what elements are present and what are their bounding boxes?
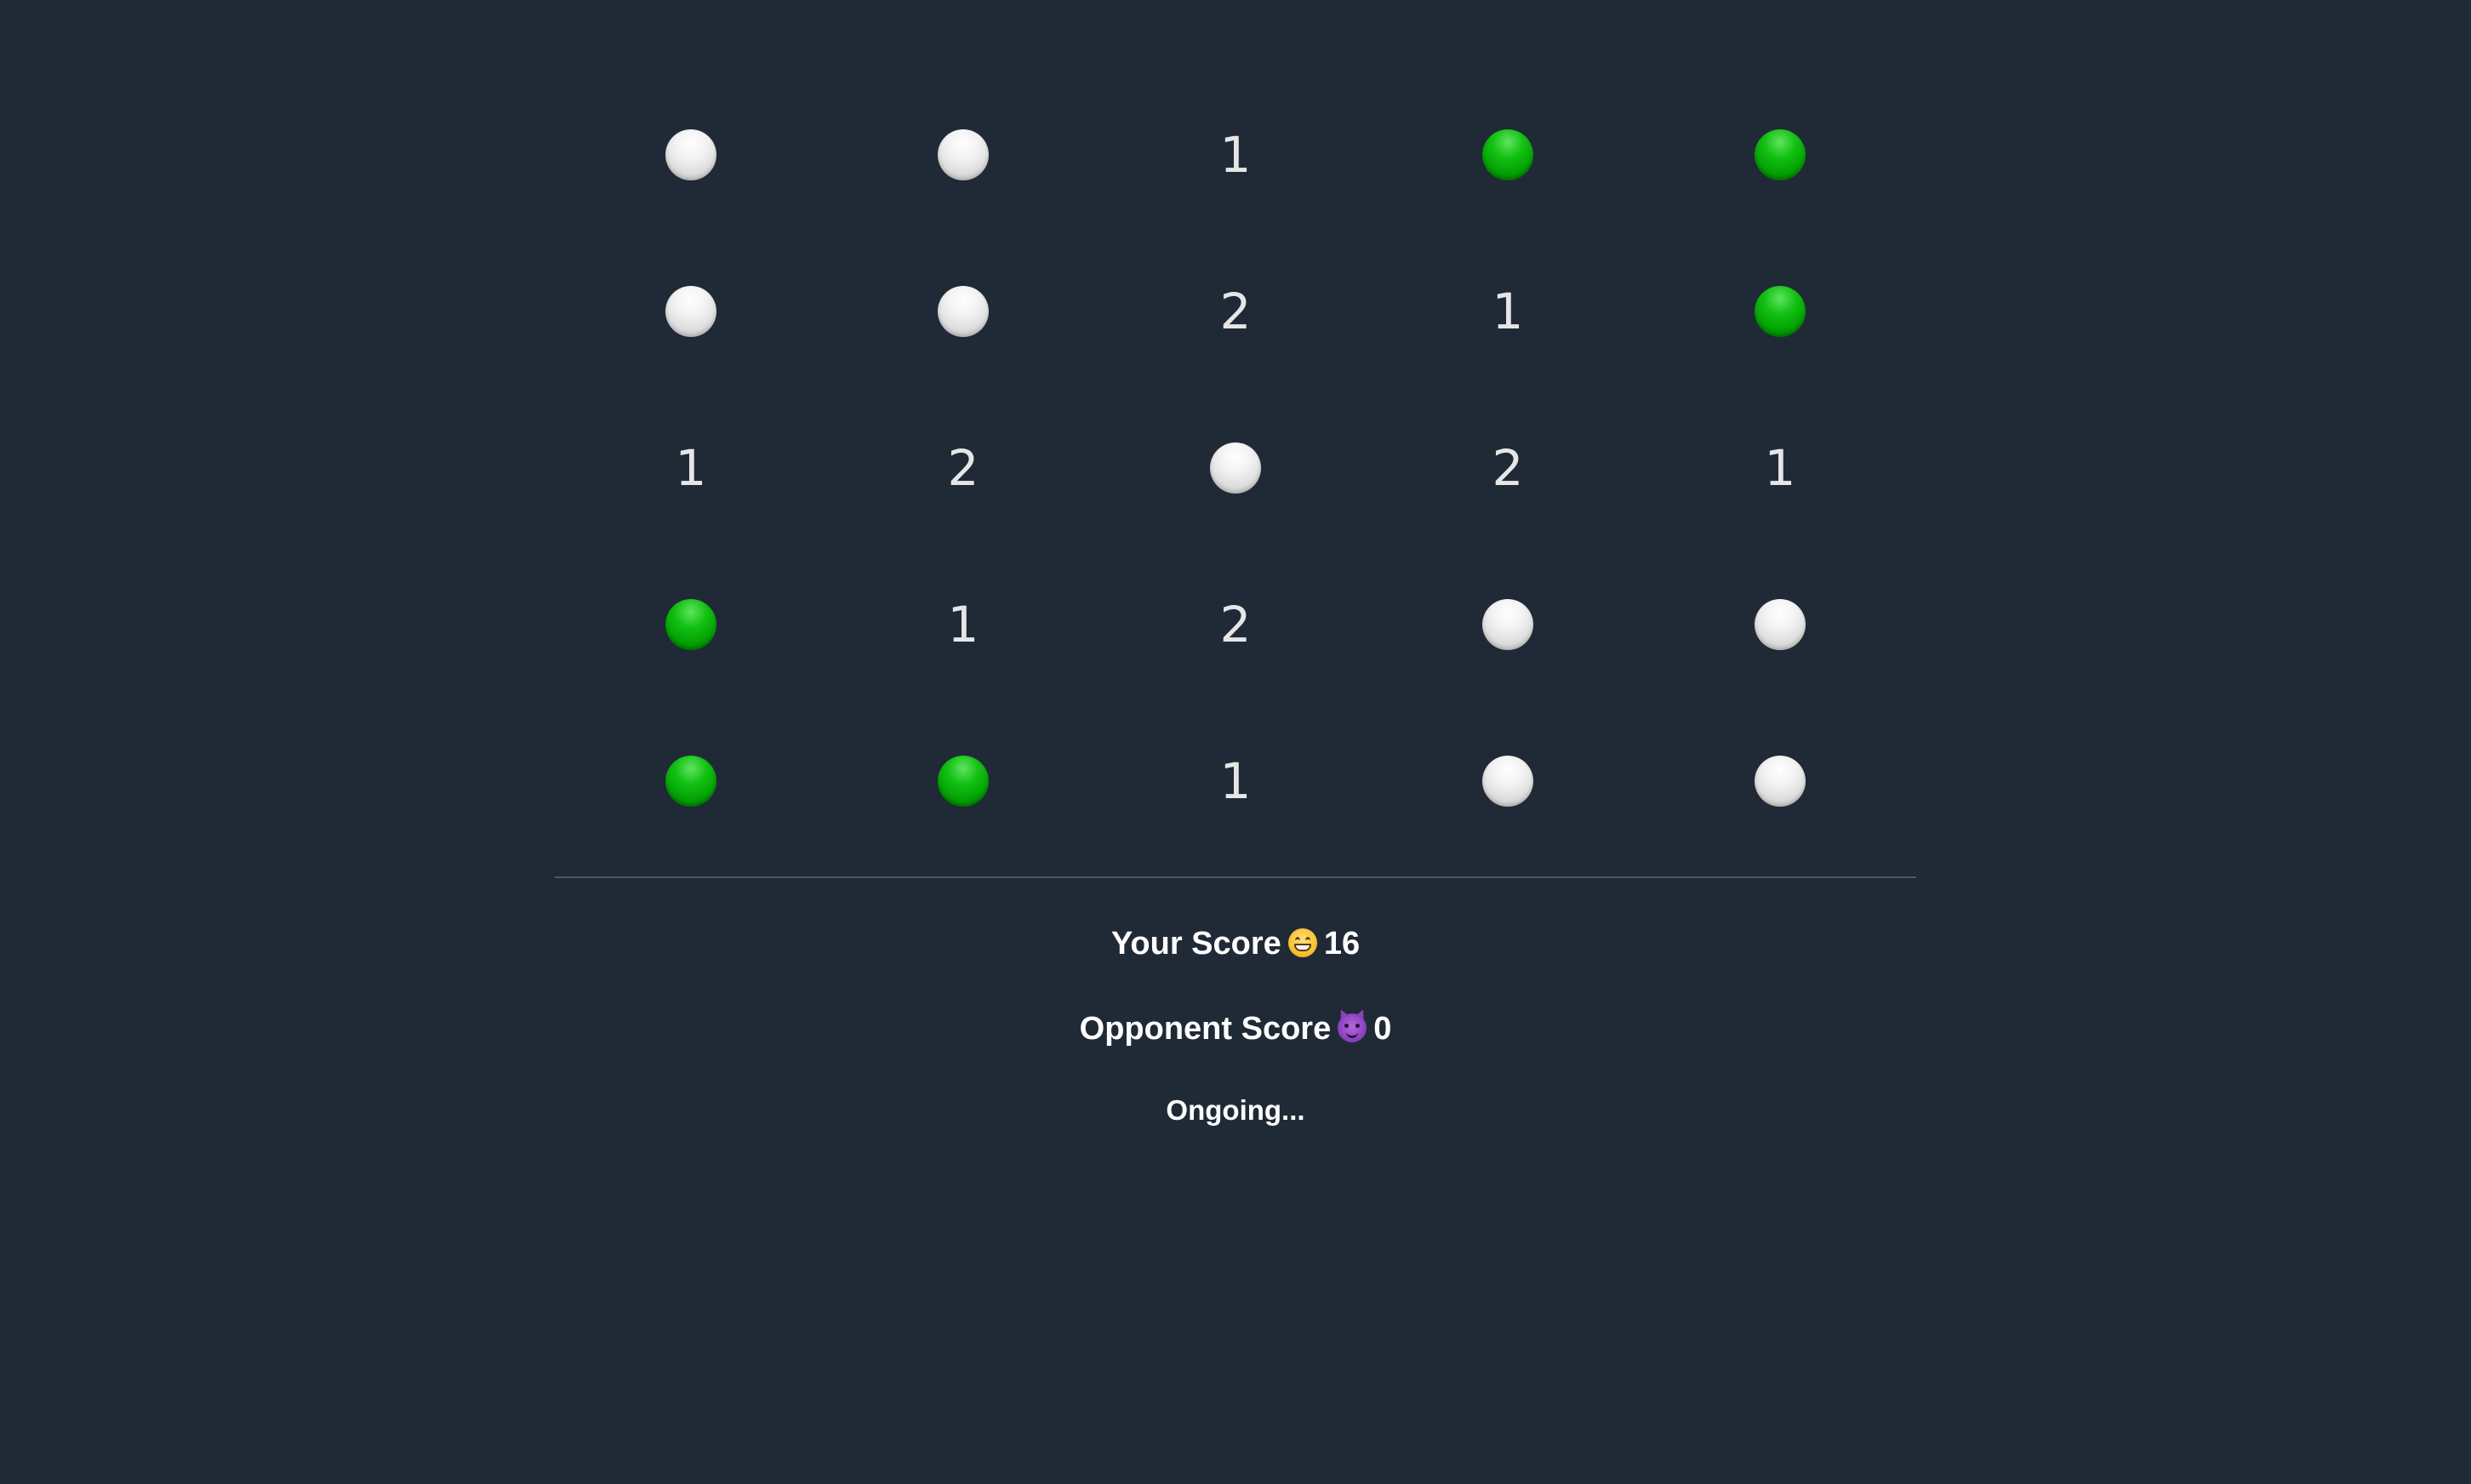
grinning-face-icon — [1287, 928, 1317, 957]
board-cell[interactable] — [555, 546, 827, 703]
cell-number: 2 — [1219, 283, 1252, 340]
board-cell[interactable]: 1 — [827, 546, 1099, 703]
board-cell[interactable] — [1372, 546, 1644, 703]
board-cell[interactable] — [827, 77, 1099, 233]
white-ball-icon — [1482, 756, 1533, 807]
opponent-score-value: 0 — [1373, 1011, 1392, 1047]
board-cell[interactable]: 1 — [1099, 77, 1372, 233]
devil-face-icon — [1337, 1007, 1367, 1042]
board-cell[interactable] — [1644, 77, 1916, 233]
white-ball-icon — [938, 286, 989, 337]
white-ball-icon — [1210, 442, 1261, 494]
white-ball-icon — [1755, 756, 1806, 807]
game-board: 1 2 1 1 2 2 1 1 2 1 — [555, 77, 1916, 859]
opponent-score-line: Opponent Score 0 — [0, 1007, 2471, 1047]
cell-number: 1 — [1764, 439, 1796, 497]
board-cell[interactable] — [1372, 703, 1644, 859]
board-cell[interactable]: 2 — [1099, 233, 1372, 390]
board-cell[interactable]: 1 — [1372, 233, 1644, 390]
board-cell[interactable]: 2 — [1099, 546, 1372, 703]
cell-number: 1 — [675, 439, 707, 497]
white-ball-icon — [1482, 599, 1533, 650]
white-ball-icon — [665, 129, 716, 180]
green-ball-icon — [1482, 129, 1533, 180]
green-ball-icon — [1755, 129, 1806, 180]
white-ball-icon — [665, 286, 716, 337]
opponent-score-label: Opponent Score — [1079, 1011, 1332, 1047]
your-score-line: Your Score 16 — [0, 928, 2471, 960]
cell-number: 2 — [1219, 596, 1252, 654]
your-score-value: 16 — [1323, 926, 1361, 962]
cell-number: 1 — [1492, 283, 1524, 340]
board-cell[interactable] — [1644, 703, 1916, 859]
green-ball-icon — [1755, 286, 1806, 337]
white-ball-icon — [1755, 599, 1806, 650]
divider — [555, 876, 1916, 878]
cell-number: 1 — [1219, 752, 1252, 810]
board-cell[interactable]: 1 — [555, 390, 827, 546]
green-ball-icon — [665, 599, 716, 650]
board-cell[interactable] — [555, 703, 827, 859]
game-status: Ongoing... — [1166, 1094, 1305, 1126]
board-cell[interactable] — [1644, 546, 1916, 703]
board-cell[interactable] — [827, 703, 1099, 859]
green-ball-icon — [938, 756, 989, 807]
board-cell[interactable]: 2 — [827, 390, 1099, 546]
white-ball-icon — [938, 129, 989, 180]
board-cell[interactable] — [1099, 390, 1372, 546]
your-score-label: Your Score — [1110, 926, 1281, 962]
board-cell[interactable] — [555, 233, 827, 390]
board-cell[interactable]: 1 — [1099, 703, 1372, 859]
board-cell[interactable] — [555, 77, 827, 233]
green-ball-icon — [665, 756, 716, 807]
cell-number: 1 — [947, 596, 979, 654]
board-cell[interactable]: 1 — [1644, 390, 1916, 546]
board-cell[interactable]: 2 — [1372, 390, 1644, 546]
cell-number: 2 — [1492, 439, 1524, 497]
board-cell[interactable] — [1644, 233, 1916, 390]
cell-number: 1 — [1219, 126, 1252, 184]
board-cell[interactable] — [827, 233, 1099, 390]
cell-number: 2 — [947, 439, 979, 497]
board-cell[interactable] — [1372, 77, 1644, 233]
